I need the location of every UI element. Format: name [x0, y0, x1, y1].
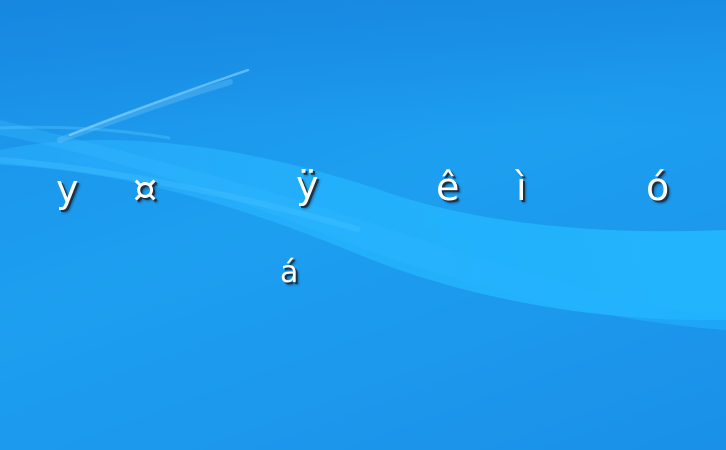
glyph-currency-sign: ¤: [133, 167, 158, 211]
glyph-y-diaeresis: ÿ: [296, 163, 319, 207]
glyph-y: y: [56, 167, 79, 211]
wallpaper-waves: [0, 0, 726, 330]
glyph-a-acute: á: [280, 255, 299, 290]
glyph-i-grave: ì: [516, 165, 527, 209]
glyph-o-acute: ó: [646, 165, 670, 209]
glyph-e-circumflex: ê: [436, 165, 460, 209]
